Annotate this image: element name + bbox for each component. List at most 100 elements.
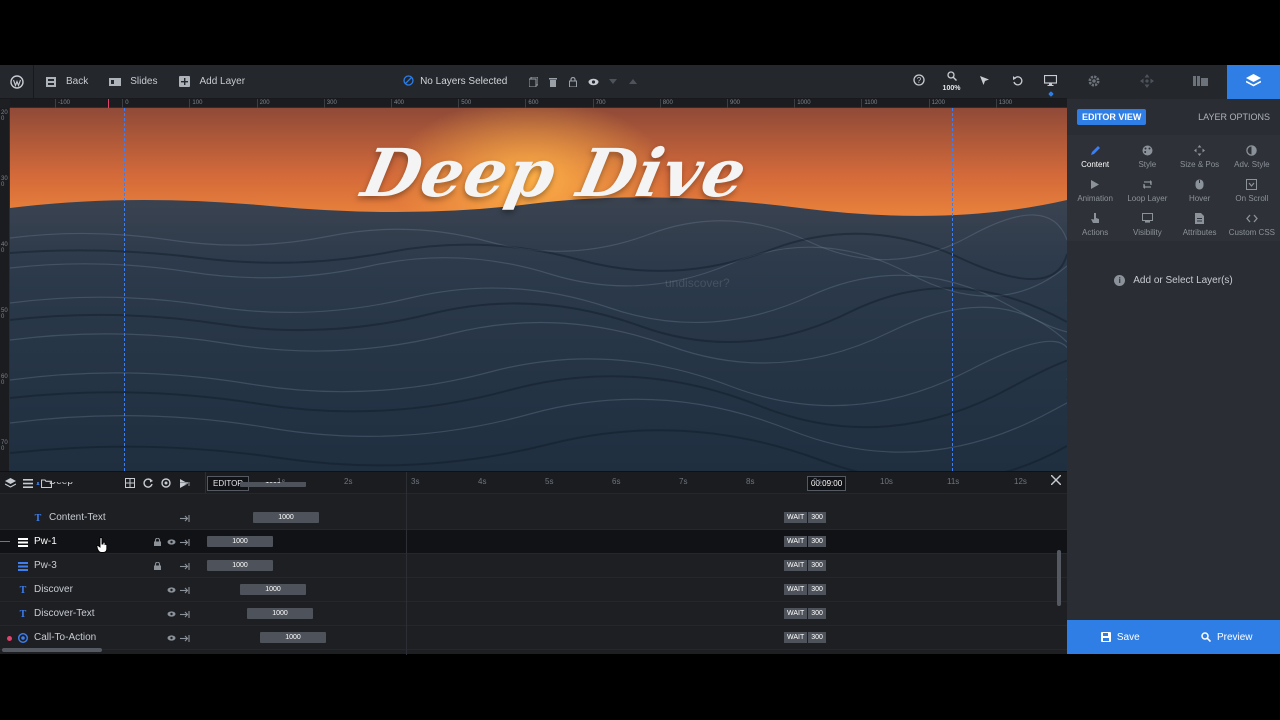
tab-layers[interactable] <box>1226 65 1280 99</box>
eye-icon[interactable] <box>164 611 178 617</box>
visibility-icon <box>1140 211 1154 225</box>
jump-to-end-icon[interactable] <box>178 562 192 570</box>
layer-options-panel: EDITOR VIEW LAYER OPTIONS Content Style Si… <box>1067 65 1280 654</box>
headline-layer[interactable]: Deep Dive <box>347 134 764 212</box>
wait-value: 300 <box>808 512 826 523</box>
option-loop-layer[interactable]: Loop Layer <box>1121 177 1173 203</box>
desktop-view-button[interactable] <box>1034 65 1067 99</box>
wait-marker[interactable]: WAIT 300 <box>784 560 827 571</box>
save-button[interactable]: Save <box>1067 620 1174 654</box>
option-attributes[interactable]: Attributes <box>1174 211 1226 237</box>
animation-bar[interactable]: 1000 <box>240 584 306 595</box>
chevron-up-icon[interactable] <box>623 65 643 99</box>
ruler-tick: -100 <box>54 99 71 108</box>
panel-header: EDITOR VIEW LAYER OPTIONS <box>1067 99 1280 135</box>
option-label: Loop Layer <box>1127 194 1168 203</box>
magnifier-icon <box>946 71 957 84</box>
no-selection-icon <box>403 74 414 89</box>
option-style[interactable]: Style <box>1121 143 1173 169</box>
animation-bar[interactable]: 1000 <box>240 482 306 487</box>
duplicate-icon[interactable] <box>523 65 543 99</box>
wait-marker[interactable]: WAIT 300 <box>784 512 827 523</box>
timeline-vertical-scrollbar[interactable] <box>1057 550 1061 606</box>
option-size-pos[interactable]: Size & Pos <box>1174 143 1226 169</box>
jump-to-end-icon[interactable] <box>178 482 192 486</box>
animation-bar[interactable]: 1000 <box>253 512 319 523</box>
jump-to-end-icon[interactable] <box>178 610 192 618</box>
timeline-layer-row[interactable]: T Discover 1000 WAIT 300 <box>0 578 1067 602</box>
option-custom-css[interactable]: Custom CSS <box>1226 211 1278 237</box>
lock-icon[interactable] <box>150 562 164 570</box>
group-layer-icon <box>17 560 29 572</box>
option-adv-style[interactable]: Adv. Style <box>1226 143 1278 169</box>
tab-slide-settings[interactable] <box>1067 65 1120 99</box>
animation-bar[interactable]: 1000 <box>207 560 273 571</box>
wait-marker[interactable]: WAIT 300 <box>784 536 827 547</box>
timeline-layer-row[interactable]: T Content-Text 1000 WAIT 300 <box>0 506 1067 530</box>
wordpress-logo-icon[interactable] <box>0 64 34 99</box>
slides-icon <box>108 75 122 89</box>
back-label: Back <box>66 76 89 87</box>
option-label: Actions <box>1082 228 1109 237</box>
option-animation[interactable]: Animation <box>1069 177 1121 203</box>
eye-icon[interactable] <box>164 539 178 545</box>
ruler-tick: 100 <box>189 99 203 108</box>
jump-to-end-icon[interactable] <box>178 514 192 522</box>
help-button[interactable]: ? <box>902 65 935 99</box>
tab-library[interactable] <box>1174 65 1227 99</box>
text-layer-icon: T <box>19 608 27 620</box>
jump-to-end-icon[interactable] <box>178 634 192 642</box>
ruler-tick: 600 <box>1 374 8 386</box>
hidden-layer-text: undiscover? <box>665 276 730 290</box>
timeline-layer-row[interactable]: T Discover-Text 1000 WAIT 300 <box>0 602 1067 626</box>
add-layer-button[interactable]: Add Layer <box>167 65 255 99</box>
timeline-layer-row[interactable]: Pw-3 1000 WAIT 300 <box>0 554 1067 578</box>
eye-icon[interactable] <box>583 65 603 99</box>
option-actions[interactable]: Actions <box>1069 211 1121 237</box>
jump-to-end-icon[interactable] <box>178 538 192 546</box>
animation-bar[interactable]: 1000 <box>247 608 313 619</box>
eye-icon[interactable] <box>164 587 178 593</box>
jump-to-end-icon[interactable] <box>178 586 192 594</box>
eye-icon[interactable] <box>164 635 178 641</box>
select-tool-button[interactable] <box>968 65 1001 99</box>
editor-view-button[interactable]: EDITOR VIEW <box>1077 109 1147 125</box>
slide-canvas[interactable]: Deep Dive undiscover? <box>10 108 1067 471</box>
option-visibility[interactable]: Visibility <box>1121 211 1173 237</box>
monitor-icon <box>1043 74 1058 89</box>
option-hover[interactable]: Hover <box>1174 177 1226 203</box>
lock-icon[interactable] <box>563 65 583 99</box>
timeline-layer-row[interactable]: T Deep 1000 <box>0 482 1067 494</box>
layer-row-actions <box>150 506 192 530</box>
slides-button[interactable]: Slides <box>98 65 167 99</box>
ruler-tick: 1200 <box>928 99 945 108</box>
chevron-down-icon[interactable] <box>603 65 623 99</box>
layer-name: Pw-3 <box>34 560 57 571</box>
ruler-tick: 600 <box>525 99 539 108</box>
grid-icon <box>44 75 58 89</box>
zoom-button[interactable]: 100% <box>935 65 968 99</box>
wait-label: WAIT <box>784 584 808 595</box>
wait-value: 300 <box>808 608 826 619</box>
wait-marker[interactable]: WAIT 300 <box>784 632 827 643</box>
back-button[interactable]: Back <box>34 65 98 99</box>
option-on-scroll[interactable]: On Scroll <box>1226 177 1278 203</box>
animation-bar[interactable]: 1000 <box>260 632 326 643</box>
timeline-layer-row[interactable]: Pw-1 1000 WAIT 300 <box>0 530 1067 554</box>
wait-marker[interactable]: WAIT 300 <box>784 584 827 595</box>
search-icon <box>1201 632 1211 642</box>
ruler-tick: 700 <box>1 440 8 452</box>
undo-button[interactable] <box>1001 65 1034 99</box>
wait-label: WAIT <box>784 512 808 523</box>
preview-label: Preview <box>1216 631 1253 643</box>
option-content[interactable]: Content <box>1069 143 1121 169</box>
timeline-horizontal-scrollbar[interactable] <box>2 648 102 652</box>
trash-icon[interactable] <box>543 65 563 99</box>
tab-navigation[interactable] <box>1120 65 1173 99</box>
preview-button[interactable]: Preview <box>1174 620 1280 654</box>
lock-icon[interactable] <box>150 538 164 546</box>
timeline-layer-row[interactable]: Call-To-Action 1000 WAIT 300 <box>0 626 1067 650</box>
animation-bar[interactable]: 1000 <box>207 536 273 547</box>
zoom-level: 100% <box>942 85 961 92</box>
wait-marker[interactable]: WAIT 300 <box>784 608 827 619</box>
